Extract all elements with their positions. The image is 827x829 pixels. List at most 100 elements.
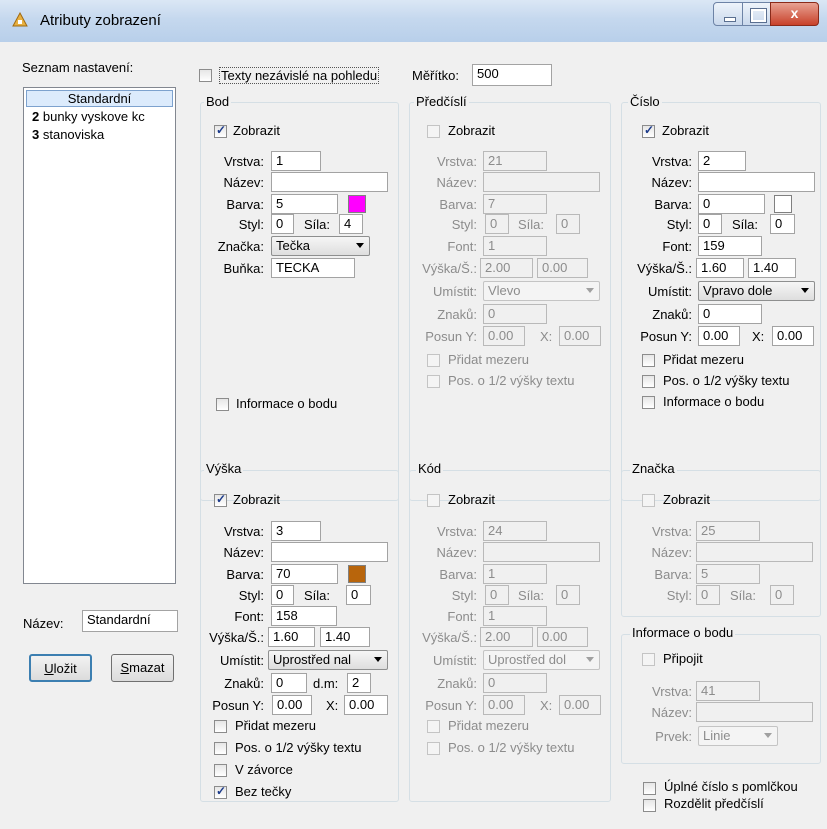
- vyska-color-swatch[interactable]: [348, 565, 366, 583]
- cislo-font-field[interactable]: 159: [698, 236, 762, 256]
- list-item-bunky[interactable]: 2 bunky vyskove kc: [32, 109, 145, 126]
- kod-sirka-field[interactable]: 0.00: [537, 627, 588, 647]
- predcisli-nazev-field[interactable]: [483, 172, 600, 192]
- cislo-pridat-checkbox[interactable]: [642, 354, 655, 367]
- cislo-styl-field[interactable]: 0: [698, 214, 722, 234]
- bod-znacka-select[interactable]: Tečka: [271, 236, 370, 256]
- bod-vrstva-field[interactable]: 1: [271, 151, 321, 171]
- kod-posun-x-field[interactable]: 0.00: [559, 695, 601, 715]
- vyska-barva-field[interactable]: 70: [271, 564, 338, 584]
- bod-styl-field[interactable]: 0: [271, 214, 294, 234]
- znacka-nazev-field[interactable]: [696, 542, 813, 562]
- vyska-nazev-field[interactable]: [271, 542, 388, 562]
- rozdelit-checkbox[interactable]: [643, 799, 656, 812]
- vyska-sila-field[interactable]: 0: [346, 585, 371, 605]
- kod-font-field[interactable]: 1: [483, 606, 547, 626]
- info-pripojit-checkbox[interactable]: [642, 653, 655, 666]
- uplne-cislo-checkbox[interactable]: [643, 782, 656, 795]
- znacka-zobrazit-checkbox[interactable]: [642, 494, 655, 507]
- info-prvek-select[interactable]: Linie: [698, 726, 778, 746]
- vyska-styl-field[interactable]: 0: [271, 585, 294, 605]
- cislo-color-swatch[interactable]: [774, 195, 792, 213]
- cislo-info-checkbox[interactable]: [642, 396, 655, 409]
- kod-vyska-field[interactable]: 2.00: [480, 627, 533, 647]
- vyska-sirka-field[interactable]: 1.40: [320, 627, 370, 647]
- predcisli-sila-field[interactable]: 0: [556, 214, 580, 234]
- predcisli-posun-y-field[interactable]: 0.00: [483, 326, 525, 346]
- predcisli-umistit-select[interactable]: Vlevo: [483, 281, 600, 301]
- bod-nazev-field[interactable]: [271, 172, 388, 192]
- kod-barva-field[interactable]: 1: [483, 564, 547, 584]
- info-nazev-field[interactable]: [696, 702, 813, 722]
- vyska-vrstva-field[interactable]: 3: [271, 521, 321, 541]
- predcisli-posun-x-field[interactable]: 0.00: [559, 326, 601, 346]
- vyska-posun-y-field[interactable]: 0.00: [272, 695, 312, 715]
- kod-pridat-checkbox[interactable]: [427, 720, 440, 733]
- vyska-pos-checkbox[interactable]: [214, 742, 227, 755]
- predcisli-styl-field[interactable]: 0: [485, 214, 509, 234]
- cislo-zobrazit-checkbox[interactable]: ✓: [642, 123, 655, 138]
- kod-znaku-field[interactable]: 0: [483, 673, 547, 693]
- predcisli-font-field[interactable]: 1: [483, 236, 547, 256]
- predcisli-pridat-checkbox[interactable]: [427, 354, 440, 367]
- vyska-znaku-field[interactable]: 0: [271, 673, 307, 693]
- vyska-umistit-select[interactable]: Uprostřed nal: [268, 650, 388, 670]
- list-item-stanoviska[interactable]: 3 stanoviska: [32, 127, 104, 144]
- predcisli-vyska-field[interactable]: 2.00: [480, 258, 533, 278]
- cislo-sila-field[interactable]: 0: [770, 214, 795, 234]
- meritko-field[interactable]: 500: [472, 64, 552, 86]
- title-bar[interactable]: Atributy zobrazení x: [0, 0, 827, 43]
- cislo-nazev-field[interactable]: [698, 172, 815, 192]
- info-vrstva-field[interactable]: 41: [696, 681, 760, 701]
- kod-pos-checkbox[interactable]: [427, 742, 440, 755]
- vyska-dm-field[interactable]: 2: [347, 673, 371, 693]
- vyska-zobrazit-checkbox[interactable]: ✓: [214, 492, 227, 507]
- texty-nezavisle-checkbox[interactable]: [199, 69, 212, 82]
- bod-sila-field[interactable]: 4: [339, 214, 363, 234]
- cislo-znaku-field[interactable]: 0: [698, 304, 762, 324]
- kod-styl-field[interactable]: 0: [485, 585, 509, 605]
- vyska-bez-checkbox[interactable]: ✓: [214, 784, 227, 799]
- cislo-vrstva-field[interactable]: 2: [698, 151, 746, 171]
- vyska-vyska-field[interactable]: 1.60: [268, 627, 315, 647]
- znacka-styl-field[interactable]: 0: [696, 585, 720, 605]
- kod-vrstva-field[interactable]: 24: [483, 521, 547, 541]
- cislo-pos-checkbox[interactable]: [642, 375, 655, 388]
- vyska-pridat-checkbox[interactable]: [214, 720, 227, 733]
- predcisli-pos-checkbox[interactable]: [427, 375, 440, 388]
- settings-list[interactable]: Standardní 2 bunky vyskove kc 3 stanovis…: [23, 87, 176, 584]
- cislo-barva-field[interactable]: 0: [698, 194, 765, 214]
- znacka-vrstva-field[interactable]: 25: [696, 521, 760, 541]
- bod-zobrazit-checkbox[interactable]: ✓: [214, 123, 227, 138]
- close-button[interactable]: x: [770, 2, 819, 26]
- cislo-posun-x-field[interactable]: 0.00: [772, 326, 814, 346]
- vyska-font-field[interactable]: 158: [271, 606, 337, 626]
- kod-posun-y-field[interactable]: 0.00: [483, 695, 525, 715]
- delete-button[interactable]: Smazat: [111, 654, 174, 682]
- bod-bunka-field[interactable]: TECKA: [271, 258, 355, 278]
- predcisli-barva-field[interactable]: 7: [483, 194, 547, 214]
- maximize-button[interactable]: [742, 2, 771, 26]
- minimize-button[interactable]: [713, 2, 743, 26]
- znacka-sila-field[interactable]: 0: [770, 585, 794, 605]
- kod-zobrazit-checkbox[interactable]: [427, 494, 440, 507]
- znacka-barva-field[interactable]: 5: [696, 564, 760, 584]
- save-button[interactable]: Uložit: [29, 654, 92, 682]
- list-item-standardni[interactable]: Standardní: [26, 90, 173, 107]
- cislo-vyska-field[interactable]: 1.60: [696, 258, 744, 278]
- predcisli-vrstva-field[interactable]: 21: [483, 151, 547, 171]
- bod-barva-field[interactable]: 5: [271, 194, 338, 214]
- vyska-posun-x-field[interactable]: 0.00: [344, 695, 388, 715]
- cislo-sirka-field[interactable]: 1.40: [748, 258, 796, 278]
- kod-sila-field[interactable]: 0: [556, 585, 580, 605]
- bod-info-checkbox[interactable]: [216, 398, 229, 411]
- cislo-umistit-select[interactable]: Vpravo dole: [698, 281, 815, 301]
- kod-nazev-field[interactable]: [483, 542, 600, 562]
- predcisli-znaku-field[interactable]: 0: [483, 304, 547, 324]
- vyska-zavorce-checkbox[interactable]: [214, 764, 227, 777]
- predcisli-zobrazit-checkbox[interactable]: [427, 125, 440, 138]
- bod-color-swatch[interactable]: [348, 195, 366, 213]
- cislo-posun-y-field[interactable]: 0.00: [698, 326, 740, 346]
- predcisli-sirka-field[interactable]: 0.00: [537, 258, 588, 278]
- kod-umistit-select[interactable]: Uprostřed dol: [483, 650, 600, 670]
